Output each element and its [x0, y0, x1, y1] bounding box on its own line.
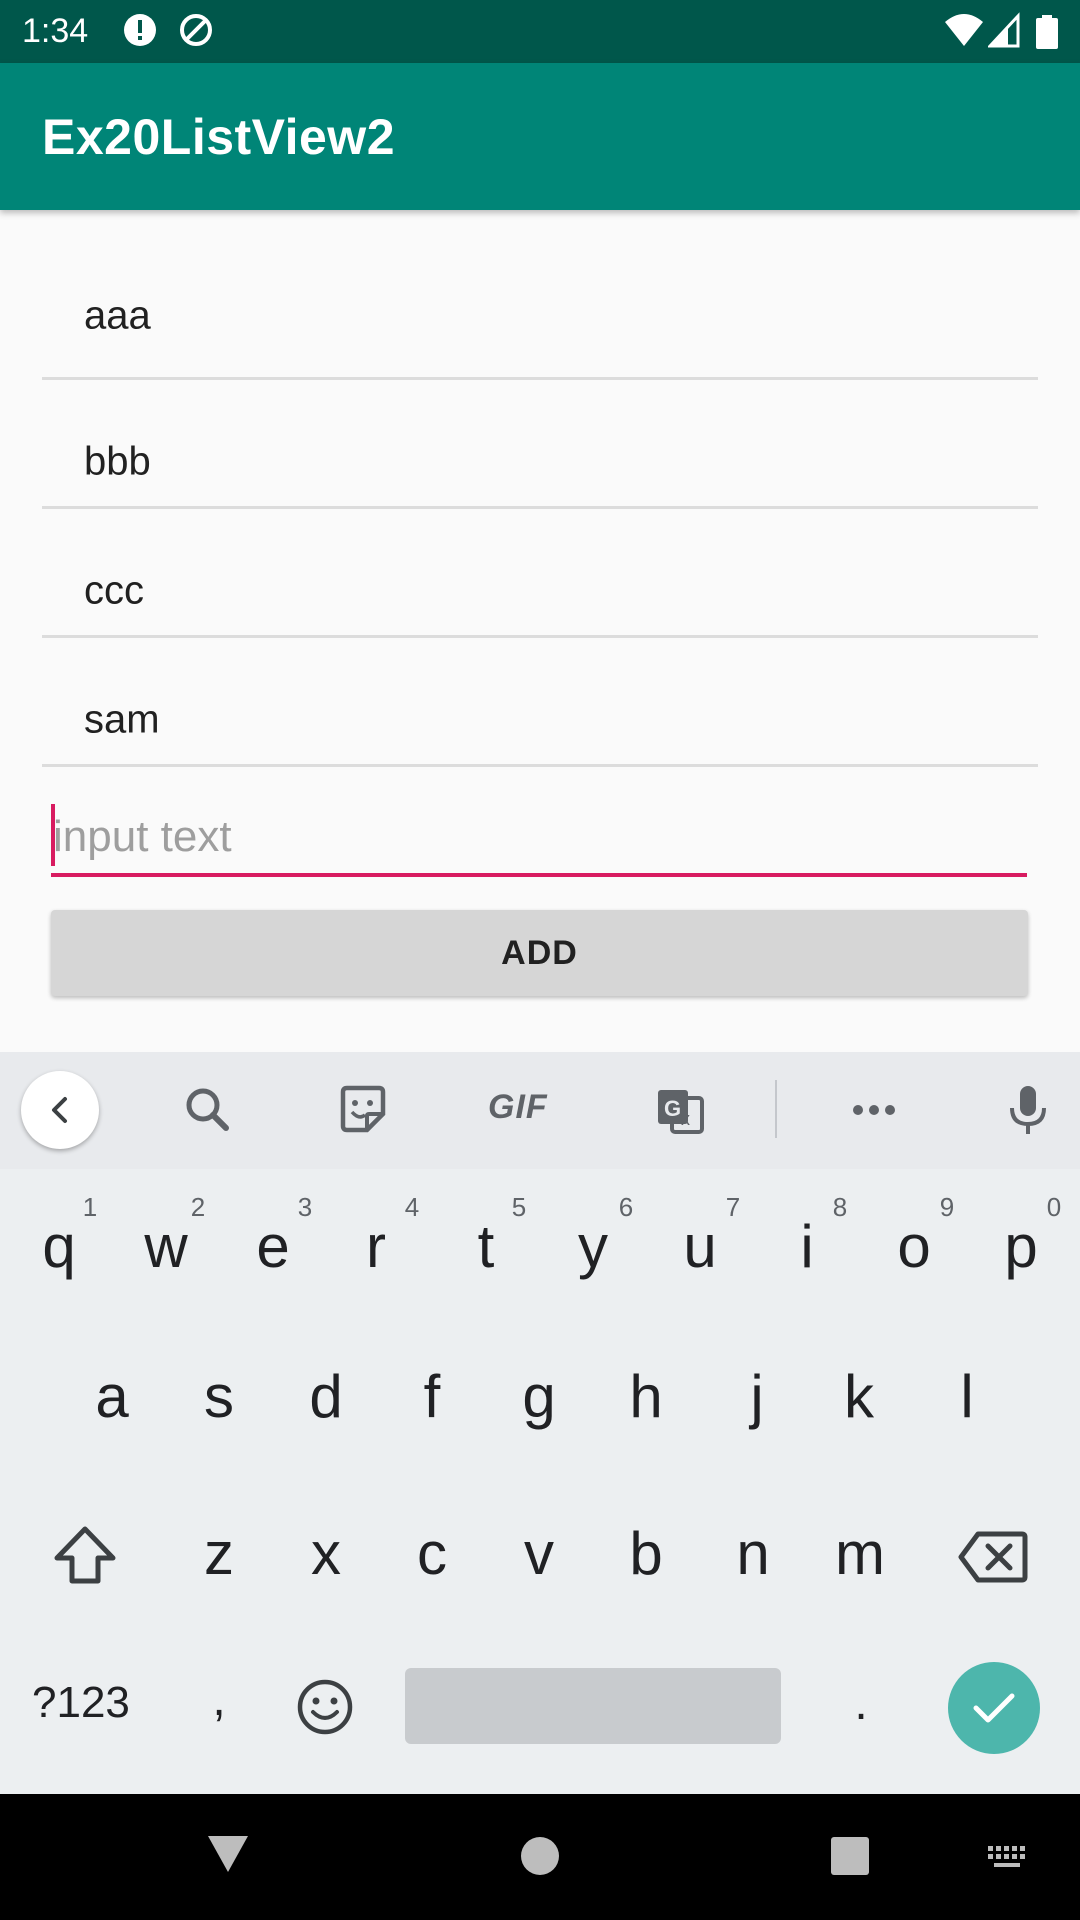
key-c[interactable]: c	[387, 1514, 477, 1594]
space-bar[interactable]	[405, 1668, 781, 1744]
toolbar-divider	[775, 1080, 777, 1138]
recents-icon[interactable]	[830, 1836, 870, 1876]
gif-button[interactable]: GIF	[488, 1088, 548, 1127]
status-time: 1:34	[22, 12, 89, 50]
list-item-label: ccc	[84, 568, 144, 613]
list-item[interactable]: ccc	[42, 509, 1038, 638]
list-view[interactable]: aaa bbb ccc sam	[42, 210, 1038, 767]
mic-icon[interactable]	[1000, 1082, 1056, 1138]
key-e[interactable]: e	[228, 1207, 318, 1287]
search-icon[interactable]	[180, 1082, 236, 1138]
enter-key[interactable]	[948, 1662, 1040, 1754]
key-i[interactable]: i	[762, 1207, 852, 1287]
translate-icon[interactable]: G x	[654, 1082, 706, 1138]
sticker-icon[interactable]	[335, 1082, 391, 1138]
wifi-icon	[945, 14, 983, 46]
key-j[interactable]: j	[712, 1357, 802, 1437]
svg-text:G: G	[664, 1096, 681, 1121]
battery-icon	[1036, 15, 1058, 49]
key-t[interactable]: t	[441, 1207, 531, 1287]
key-s[interactable]: s	[174, 1357, 264, 1437]
shift-icon[interactable]	[50, 1524, 120, 1586]
key-d[interactable]: d	[281, 1357, 371, 1437]
key-l[interactable]: l	[922, 1357, 1012, 1437]
key-comma[interactable]: ,	[174, 1660, 264, 1740]
list-item-label: sam	[84, 697, 160, 742]
home-icon[interactable]	[520, 1836, 560, 1876]
signal-icon	[988, 12, 1020, 48]
key-a[interactable]: a	[67, 1357, 157, 1437]
emoji-icon[interactable]	[296, 1678, 354, 1736]
key-r[interactable]: r	[331, 1207, 421, 1287]
list-item-label: aaa	[84, 293, 151, 338]
status-bar: 1:34	[0, 0, 1080, 63]
text-input[interactable]	[51, 800, 1027, 877]
list-item[interactable]: sam	[42, 638, 1038, 767]
list-item[interactable]: aaa	[42, 210, 1038, 380]
list-item[interactable]: bbb	[42, 380, 1038, 509]
symbols-key[interactable]: ?123	[32, 1678, 130, 1728]
key-n[interactable]: n	[708, 1514, 798, 1594]
check-icon	[973, 1693, 1015, 1723]
key-p[interactable]: p	[976, 1207, 1066, 1287]
key-q[interactable]: q	[14, 1207, 104, 1287]
key-v[interactable]: v	[494, 1514, 584, 1594]
navigation-bar	[0, 1794, 1080, 1920]
keyboard-toolbar: GIF G x	[0, 1052, 1080, 1169]
keyboard-switch-icon[interactable]	[986, 1844, 1030, 1874]
key-o[interactable]: o	[869, 1207, 959, 1287]
key-x[interactable]: x	[281, 1514, 371, 1594]
key-w[interactable]: w	[121, 1207, 211, 1287]
add-button[interactable]: ADD	[51, 910, 1028, 996]
key-g[interactable]: g	[494, 1357, 584, 1437]
more-icon[interactable]	[846, 1082, 902, 1138]
text-cursor	[51, 804, 55, 866]
app-title: Ex20ListView2	[42, 109, 396, 165]
list-item-label: bbb	[84, 439, 151, 484]
key-z[interactable]: z	[174, 1514, 264, 1594]
chevron-left-icon	[52, 1097, 67, 1123]
app-bar: Ex20ListView2	[0, 63, 1080, 210]
key-y[interactable]: y	[548, 1207, 638, 1287]
alert-icon	[124, 14, 156, 46]
key-h[interactable]: h	[601, 1357, 691, 1437]
key-k[interactable]: k	[814, 1357, 904, 1437]
backspace-icon[interactable]	[958, 1530, 1028, 1584]
svg-text:x: x	[681, 1109, 690, 1129]
data-saver-icon	[180, 14, 212, 46]
back-triangle-icon[interactable]	[206, 1834, 250, 1874]
key-b[interactable]: b	[601, 1514, 691, 1594]
key-m[interactable]: m	[815, 1514, 905, 1594]
key-period[interactable]: .	[816, 1664, 906, 1744]
keyboard-back-button[interactable]	[21, 1071, 99, 1149]
key-f[interactable]: f	[387, 1357, 477, 1437]
key-u[interactable]: u	[655, 1207, 745, 1287]
